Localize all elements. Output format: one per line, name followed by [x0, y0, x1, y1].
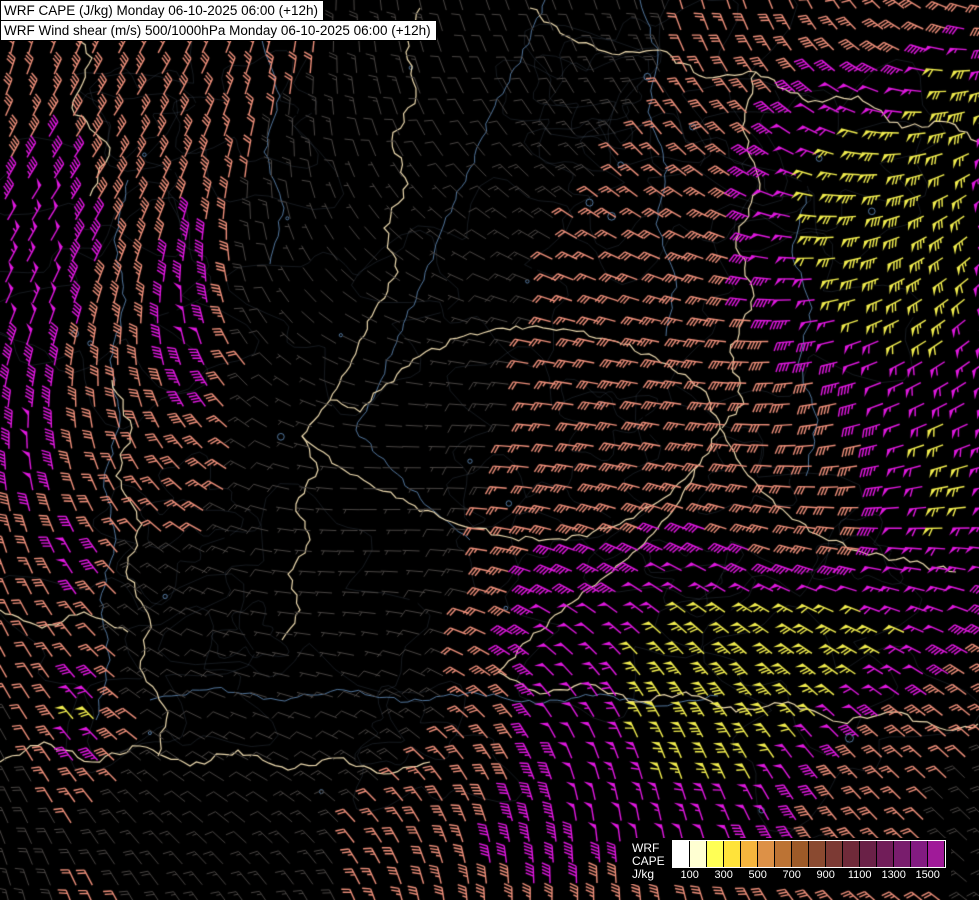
cape-color-step: [724, 841, 741, 867]
cape-color-step: [707, 841, 724, 867]
cape-tick-label: 900: [817, 869, 835, 881]
cape-color-step: [809, 841, 826, 867]
cape-color-step: [860, 841, 877, 867]
cape-color-step: [911, 841, 928, 867]
cape-tick-label: 500: [749, 869, 767, 881]
cape-color-step: [843, 841, 860, 867]
title-block: WRF CAPE (J/kg) Monday 06-10-2025 06:00 …: [0, 0, 437, 41]
cape-legend: WRF CAPE J/kg 100 300 500 700 900 1100 1300 150…: [627, 838, 951, 884]
cape-color-step: [792, 841, 809, 867]
cape-colorbar-ticks: 100 300 500 700 900 1100 1300 1500: [672, 868, 946, 882]
map-canvas: [0, 0, 979, 900]
cape-color-step: [690, 841, 707, 867]
cape-tick-label: 1100: [848, 869, 872, 881]
cape-color-step: [826, 841, 843, 867]
title-cape: WRF CAPE (J/kg) Monday 06-10-2025 06:00 …: [0, 0, 324, 21]
cape-tick-label: 1300: [881, 869, 905, 881]
cape-color-step: [928, 841, 944, 867]
legend-label-line: WRF: [632, 842, 665, 855]
cape-colorbar: [672, 840, 946, 868]
legend-colorbar-block: 100 300 500 700 900 1100 1300 1500: [672, 840, 946, 882]
legend-label: WRF CAPE J/kg: [632, 842, 665, 881]
cape-color-step: [877, 841, 894, 867]
cape-tick-label: 300: [715, 869, 733, 881]
legend-label-line: CAPE: [632, 855, 665, 868]
cape-tick-label: 1500: [915, 869, 939, 881]
title-wind-shear: WRF Wind shear (m/s) 500/1000hPa Monday …: [0, 20, 437, 41]
cape-color-step: [741, 841, 758, 867]
cape-color-step: [673, 841, 690, 867]
cape-color-step: [758, 841, 775, 867]
legend-label-line: J/kg: [632, 868, 665, 881]
cape-tick-label: 100: [681, 869, 699, 881]
cape-color-step: [775, 841, 792, 867]
cape-tick-label: 700: [783, 869, 801, 881]
weather-map: WRF CAPE (J/kg) Monday 06-10-2025 06:00 …: [0, 0, 979, 900]
cape-color-step: [894, 841, 911, 867]
